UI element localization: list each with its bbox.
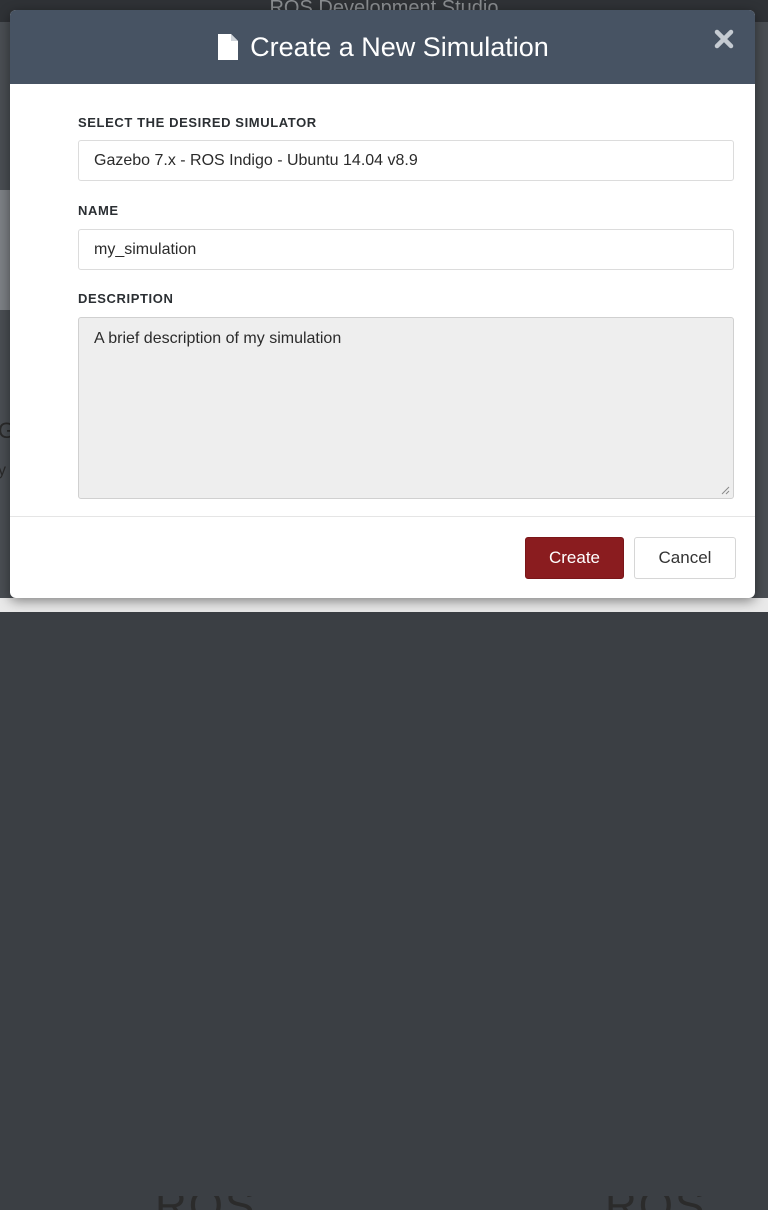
ros-logo-text: ROS (155, 1196, 256, 1210)
footer-divider (10, 516, 755, 517)
close-icon[interactable] (713, 28, 735, 50)
name-label: NAME (78, 203, 119, 218)
simulator-label: SELECT THE DESIRED SIMULATOR (78, 115, 317, 130)
description-text: A brief description of my simulation (94, 330, 342, 347)
dialog-title-wrap: Create a New Simulation (216, 32, 549, 63)
create-simulation-dialog: Create a New Simulation SELECT THE DESIR… (10, 10, 755, 598)
cancel-button[interactable]: Cancel (634, 537, 736, 579)
background-text: y (0, 462, 6, 479)
background-footer: ROS ROS (0, 598, 768, 1210)
description-label: DESCRIPTION (78, 291, 174, 306)
create-button[interactable]: Create (525, 537, 624, 579)
simulator-select[interactable]: Gazebo 7.x - ROS Indigo - Ubuntu 14.04 v… (78, 140, 734, 181)
dialog-title: Create a New Simulation (250, 31, 549, 62)
description-textarea[interactable]: A brief description of my simulation (78, 317, 734, 499)
resize-handle-icon[interactable] (720, 485, 730, 495)
simulator-selected-value: Gazebo 7.x - ROS Indigo - Ubuntu 14.04 v… (94, 151, 418, 169)
dialog-header: Create a New Simulation (10, 10, 755, 84)
ros-logo-text: ROS (605, 1196, 706, 1210)
name-input[interactable] (78, 229, 734, 270)
document-icon (218, 34, 239, 60)
